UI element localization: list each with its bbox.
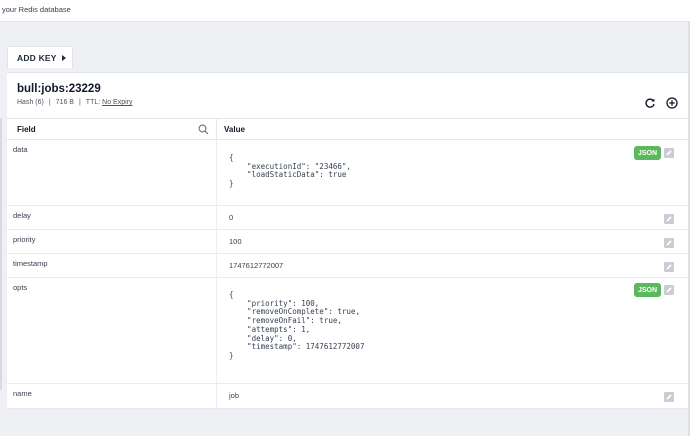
field-value: 0 xyxy=(229,213,234,222)
column-divider xyxy=(216,278,217,383)
field-value: job xyxy=(229,391,240,400)
json-badge[interactable]: JSON xyxy=(634,146,661,160)
topbar-text: your Redis database xyxy=(2,5,71,14)
field-value: 1747612772007 xyxy=(229,261,284,270)
field-value: { "executionId": "23466", "loadStaticDat… xyxy=(229,153,351,189)
add-key-button[interactable]: ADD KEY xyxy=(7,46,73,68)
field-name: name xyxy=(13,389,32,398)
column-divider xyxy=(216,206,217,229)
field-value: 100 xyxy=(229,237,242,246)
key-details-panel: bull:jobs:23229 Hash (6) | 716 B | TTL: No E… xyxy=(7,72,690,409)
table-row: opts { "priority": 100, "removeOnComplet… xyxy=(7,278,690,384)
table-row: timestamp 1747612772007 xyxy=(7,254,690,278)
ttl-label: TTL: xyxy=(85,99,101,106)
edit-icon[interactable] xyxy=(664,262,674,272)
column-divider xyxy=(216,384,217,408)
caret-right-icon xyxy=(61,54,66,61)
edit-icon[interactable] xyxy=(664,214,674,224)
field-name: data xyxy=(13,145,28,154)
table-row: delay 0 xyxy=(7,206,690,230)
field-name: priority xyxy=(13,235,36,244)
refresh-icon[interactable] xyxy=(644,97,656,109)
column-divider xyxy=(216,119,217,140)
left-accent-bar xyxy=(0,118,2,390)
add-circle-icon[interactable] xyxy=(666,97,678,109)
edit-icon[interactable] xyxy=(664,238,674,248)
top-bar: your Redis database xyxy=(0,0,690,22)
field-value: { "priority": 100, "removeOnComplete": t… xyxy=(229,290,365,360)
header-value: Value xyxy=(224,125,245,134)
column-divider xyxy=(216,254,217,277)
column-divider xyxy=(216,230,217,253)
table-row: name job xyxy=(7,384,690,409)
field-name: opts xyxy=(13,283,28,292)
table-header: Field Value xyxy=(7,118,690,140)
key-name: bull:jobs:23229 xyxy=(17,83,101,95)
add-key-label: ADD KEY xyxy=(17,52,57,63)
edit-icon[interactable] xyxy=(664,285,674,295)
key-type: Hash (6) xyxy=(17,99,44,106)
key-meta: Hash (6) | 716 B | TTL: No Expiry xyxy=(17,99,133,106)
search-icon[interactable] xyxy=(198,124,209,135)
column-divider xyxy=(216,140,217,205)
table-row: data { "executionId": "23466", "loadStat… xyxy=(7,140,690,206)
field-name: timestamp xyxy=(13,259,48,268)
json-badge[interactable]: JSON xyxy=(634,283,661,297)
header-field: Field xyxy=(17,125,36,134)
edit-icon[interactable] xyxy=(664,392,674,402)
edit-icon[interactable] xyxy=(664,148,674,158)
key-size: 716 B xyxy=(55,99,74,106)
table-row: priority 100 xyxy=(7,230,690,254)
ttl-value[interactable]: No Expiry xyxy=(102,99,132,106)
field-name: delay xyxy=(13,211,31,220)
